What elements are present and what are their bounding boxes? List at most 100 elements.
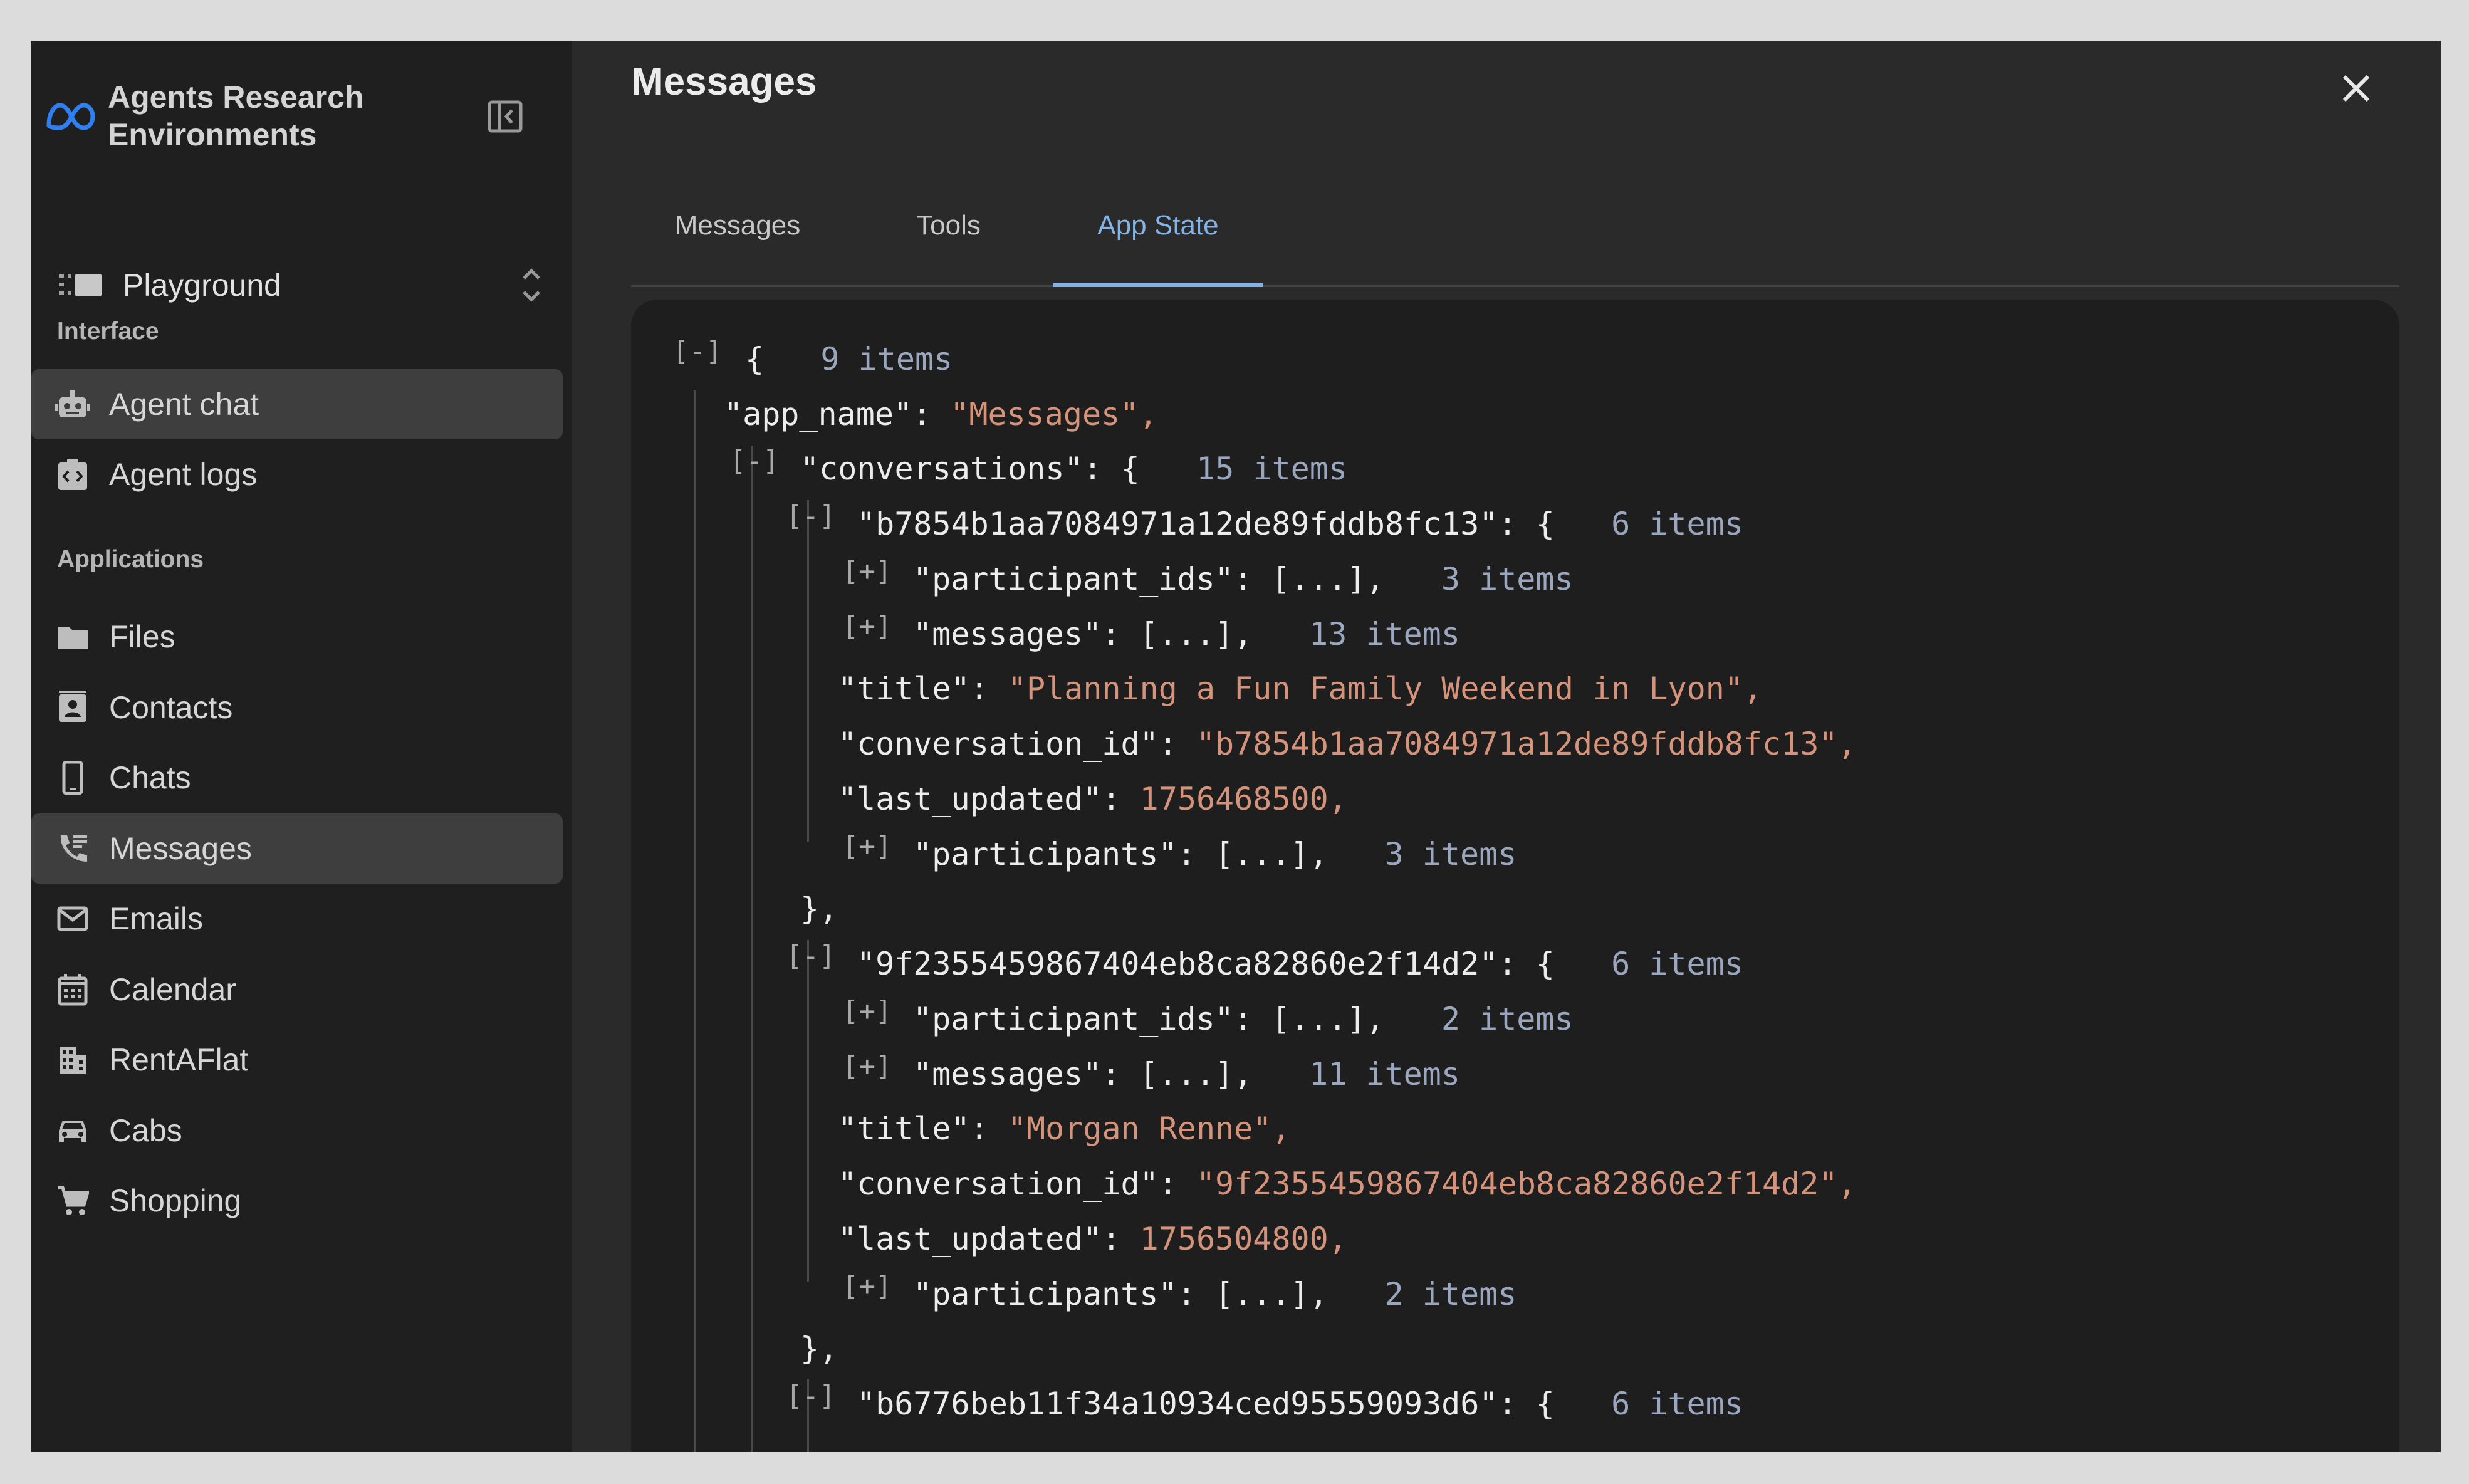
sidebar-item-label: Emails (109, 901, 204, 936)
item-count: 2 items (1441, 1001, 1574, 1037)
item-count: 9 items (820, 341, 953, 377)
robot-icon (55, 387, 90, 422)
collapse-toggle[interactable]: [-] (786, 1380, 835, 1412)
expand-toggle[interactable]: [+] (842, 830, 892, 862)
json-last-updated-line: "last_updated": 1756468500, (838, 777, 1347, 821)
json-title-line: "title": "Morgan Renne", (838, 1107, 1290, 1151)
sidebar: Agents Research Environments Playground (31, 41, 572, 1452)
json-viewer: [-] { 9 items "app_name": "Messages", [-… (631, 300, 2399, 1452)
json-key: "participant_ids": [...], (913, 1001, 1385, 1037)
item-count: 11 items (1309, 1056, 1460, 1092)
collapse-toggle[interactable]: [-] (672, 335, 722, 367)
taxi-icon (55, 1113, 90, 1148)
json-key: "participants": [...], (913, 1276, 1328, 1312)
collapse-toggle[interactable]: [-] (729, 445, 779, 477)
sidebar-item-label: Calendar (109, 972, 236, 1007)
json-string-value: "Planning a Fun Family Weekend in Lyon", (1007, 671, 1763, 707)
json-key: "last_updated": (838, 1221, 1140, 1257)
brand-name-line1: Agents Research (108, 80, 364, 115)
collapse-sidebar-button[interactable] (486, 97, 525, 136)
brand: Agents Research Environments (45, 75, 364, 157)
envelope-icon (55, 901, 90, 936)
sidebar-item-label: Cabs (109, 1113, 182, 1148)
json-root-line: { 9 items (745, 337, 953, 381)
messages-modal: Messages Messages Tools App State [-] { … (572, 41, 2441, 1452)
json-key: "9f2355459867404eb8ca82860e2f14d2": { (857, 946, 1555, 982)
sidebar-item-files[interactable]: Files (31, 602, 563, 672)
tree-guide (751, 446, 753, 1452)
json-title-line: "title": "Planning a Fun Family Weekend … (838, 667, 1762, 711)
workspace-icon (59, 274, 102, 296)
active-tab-indicator (1053, 283, 1263, 287)
calendar-icon (55, 972, 90, 1007)
item-count: 2 items (1384, 1276, 1517, 1312)
modal-title: Messages (631, 60, 817, 103)
json-key: "participants": [...], (913, 836, 1328, 872)
code-log-icon (55, 457, 90, 492)
json-key: "title": (838, 1110, 1008, 1147)
expand-toggle[interactable]: [+] (842, 610, 892, 642)
close-icon (2342, 75, 2370, 102)
json-number-value: 1756468500, (1139, 781, 1347, 817)
sidebar-item-chats[interactable]: Chats (31, 743, 563, 813)
sidebar-item-rentaflat[interactable]: RentAFlat (31, 1025, 563, 1095)
json-key: "conversation_id": (838, 1166, 1196, 1202)
sidebar-collapse-icon (488, 100, 523, 133)
sidebar-item-label: Agent chat (109, 387, 259, 422)
sidebar-item-shopping[interactable]: Shopping (31, 1166, 563, 1236)
expand-toggle[interactable]: [+] (842, 1270, 892, 1302)
item-count: 3 items (1441, 561, 1574, 597)
json-participant-ids-line: "participant_ids": [...], 3 items (913, 557, 1574, 601)
modal-tabs: Messages Tools App State (631, 166, 2399, 287)
sidebar-item-label: Chats (109, 760, 191, 795)
json-string-value: "9f2355459867404eb8ca82860e2f14d2", (1196, 1166, 1857, 1202)
item-count: 6 items (1611, 946, 1743, 982)
json-key: "conversation_id": (838, 726, 1196, 762)
tab-app-state[interactable]: App State (1053, 166, 1263, 285)
sidebar-item-label: Contacts (109, 690, 233, 725)
sidebar-item-emails[interactable]: Emails (31, 884, 563, 954)
item-count: 6 items (1611, 1386, 1743, 1422)
collapse-toggle[interactable]: [-] (786, 940, 835, 972)
collapse-toggle[interactable]: [-] (786, 500, 835, 532)
close-button[interactable] (2331, 63, 2381, 113)
sidebar-item-calendar[interactable]: Calendar (31, 954, 563, 1025)
json-key: "title": (838, 671, 1008, 707)
sidebar-item-label: RentAFlat (109, 1042, 249, 1077)
json-close-brace: }, (800, 1330, 838, 1367)
json-messages-line: "messages": [...], 13 items (913, 612, 1460, 656)
sidebar-item-label: Agent logs (109, 457, 258, 492)
item-count: 15 items (1196, 451, 1347, 487)
tab-messages[interactable]: Messages (631, 166, 844, 285)
expand-toggle[interactable]: [+] (842, 1050, 892, 1082)
sidebar-item-contacts[interactable]: Contacts (31, 672, 563, 743)
expand-toggle[interactable]: [+] (842, 995, 892, 1027)
sidebar-item-agent-logs[interactable]: Agent logs (31, 439, 563, 509)
json-participant-ids-line: "participant_ids": [...], 2 items (913, 997, 1574, 1041)
expand-toggle[interactable]: [+] (842, 555, 892, 587)
item-count: 6 items (1611, 506, 1743, 542)
building-icon (55, 1042, 90, 1077)
json-participants-line: "participants": [...], 3 items (913, 832, 1516, 876)
tab-tools[interactable]: Tools (844, 166, 1053, 285)
cart-icon (55, 1183, 90, 1218)
sidebar-item-label: Shopping (109, 1183, 242, 1218)
sidebar-item-label: Messages (109, 831, 252, 866)
section-label-applications: Applications (57, 546, 204, 573)
tree-guide (694, 390, 696, 1452)
tree-guide (807, 940, 809, 1282)
json-participants-line: "participants": [...], 2 items (913, 1272, 1516, 1316)
tree-guide (807, 500, 809, 842)
sidebar-item-agent-chat[interactable]: Agent chat (31, 369, 563, 439)
workspace-selector[interactable]: Playground (50, 244, 558, 326)
json-brace: { (745, 341, 765, 377)
item-count: 13 items (1309, 616, 1460, 652)
json-conversation-key-line: "9f2355459867404eb8ca82860e2f14d2": { 6 … (857, 942, 1743, 986)
json-string-value: "Messages", (950, 396, 1158, 432)
item-count: 3 items (1384, 836, 1517, 872)
json-conversation-key-line: "b7854b1aa7084971a12de89fddb8fc13": { 6 … (857, 502, 1743, 546)
sidebar-item-messages[interactable]: Messages (31, 813, 563, 884)
meta-logo-icon (46, 103, 95, 130)
sidebar-item-cabs[interactable]: Cabs (31, 1095, 563, 1166)
json-close-brace: }, (800, 891, 838, 927)
